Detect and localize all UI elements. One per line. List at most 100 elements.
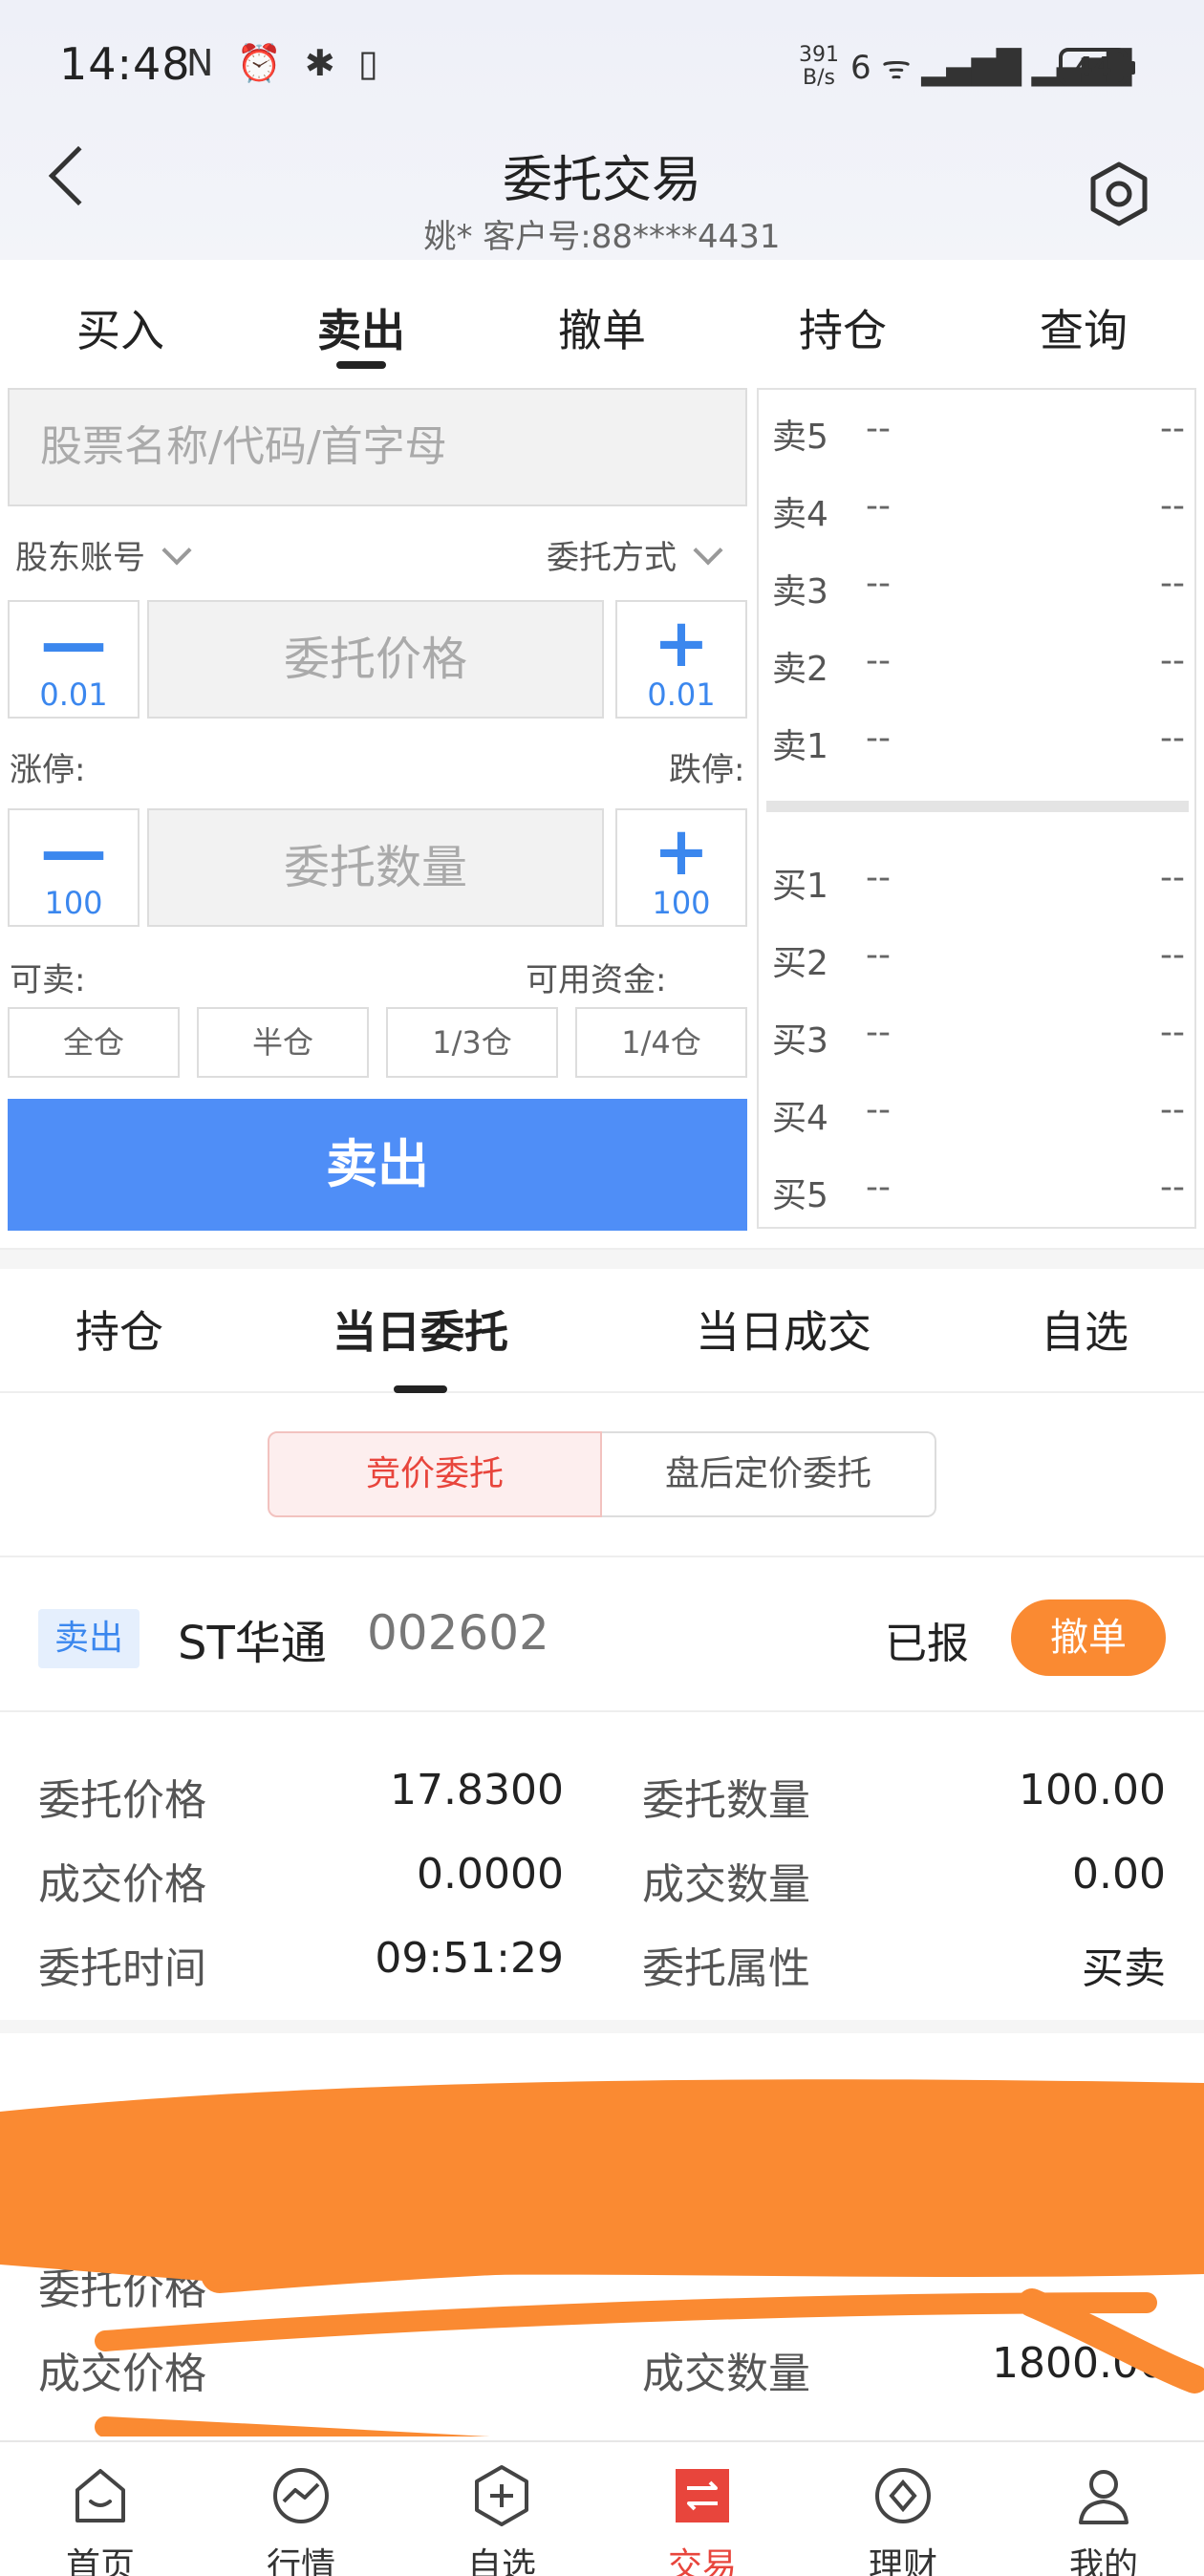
nav-label: 我的 — [1068, 2546, 1138, 2576]
bid-label: 买3 — [772, 1021, 828, 1061]
bid-volume: -- — [1160, 1168, 1185, 1207]
trade-icon — [676, 2469, 729, 2522]
net-speed: 391 B/s — [799, 44, 839, 90]
cancel-order-button[interactable]: 撤单 — [1011, 1599, 1166, 1676]
order-card-header: 卖出 ST华通 002602 已报 撤单 — [0, 1559, 1204, 1712]
order-field-label: 成交价格 — [38, 1860, 206, 1909]
segment-auction-orders[interactable]: 竞价委托 — [268, 1431, 602, 1517]
bid-row[interactable]: 买2 -- -- — [772, 930, 1185, 987]
order-field-label: 委托数量 — [642, 1776, 810, 1825]
sell-button[interactable]: 卖出 — [8, 1099, 747, 1231]
price-step-label: 0.01 — [39, 676, 108, 713]
price-plus-button[interactable]: + 0.01 — [615, 600, 747, 719]
subtab-positions[interactable]: 持仓 — [0, 1271, 239, 1391]
order-field-label: 委托时间 — [38, 1944, 206, 1993]
minus-icon: — — [40, 812, 107, 891]
status-badge: 已报 — [885, 1620, 969, 1668]
ask-row[interactable]: 卖5 -- -- — [772, 403, 1185, 461]
limit-up-label: 涨停: — [10, 751, 86, 789]
ratio-full-button[interactable]: 全仓 — [8, 1007, 180, 1078]
bid-price: -- — [866, 1013, 891, 1052]
qty-minus-button[interactable]: — 100 — [8, 808, 140, 927]
ask-label: 卖1 — [772, 727, 828, 766]
order-list-tabs: 持仓 当日委托 当日成交 自选 — [0, 1271, 1204, 1393]
subtab-watchlist[interactable]: 自选 — [965, 1271, 1204, 1391]
ask-label: 卖5 — [772, 418, 828, 457]
ratio-third-button[interactable]: 1/3仓 — [386, 1007, 558, 1078]
tab-sell[interactable]: 卖出 — [241, 260, 482, 375]
bid-label: 买2 — [772, 944, 828, 983]
nav-market[interactable]: 行情 — [201, 2442, 401, 2576]
nav-home[interactable]: 首页 — [0, 2442, 201, 2576]
bid-price: -- — [866, 858, 891, 897]
order-field-label: 委托价格 — [38, 1776, 206, 1825]
bid-volume: -- — [1160, 858, 1185, 897]
bid-price: -- — [866, 1168, 891, 1207]
tab-query[interactable]: 查询 — [963, 260, 1204, 375]
ratio-quarter-button[interactable]: 1/4仓 — [575, 1007, 747, 1078]
header-area: 14:48 N ⏰ ✱ ▯ 391 B/s 6 ᯤ ▂▄▆█ ▂▄▆█ 44 委… — [0, 0, 1204, 260]
tab-cancel[interactable]: 撤单 — [482, 260, 722, 375]
ask-price: -- — [866, 719, 891, 758]
profile-icon — [1079, 2470, 1129, 2524]
nav-label: 理财 — [868, 2546, 937, 2576]
stock-code: 002602 — [367, 1605, 549, 1661]
ask-price: -- — [866, 641, 891, 680]
bid-row[interactable]: 买4 -- -- — [772, 1084, 1185, 1142]
nav-watchlist[interactable]: 自选 — [401, 2442, 602, 2576]
segment-after-hours-orders[interactable]: 盘后定价委托 — [602, 1431, 936, 1517]
order-field-value: 17.8300 — [390, 1766, 564, 1814]
account-select[interactable]: 股东账号 — [15, 531, 192, 578]
trade-tabs: 买入 卖出 撤单 持仓 查询 — [0, 260, 1204, 375]
nav-label: 交易 — [667, 2546, 737, 2576]
home-icon — [75, 2469, 125, 2522]
order-field-value: 09:51:29 — [375, 1934, 564, 1983]
bid-row[interactable]: 买3 -- -- — [772, 1007, 1185, 1064]
limit-down-label: 跌停: — [669, 751, 745, 789]
ask-price: -- — [866, 564, 891, 603]
tab-buy[interactable]: 买入 — [0, 260, 241, 375]
chart-icon — [273, 2468, 329, 2523]
ask-row[interactable]: 卖4 -- -- — [772, 481, 1185, 538]
order-field-value: 0.0000 — [417, 1850, 564, 1899]
ask-label: 卖2 — [772, 650, 828, 689]
settings-icon[interactable] — [1086, 161, 1152, 227]
bottom-nav: 首页 行情 自选 交易 理财 我的 — [0, 2440, 1204, 2576]
order-type-select[interactable]: 委托方式 — [547, 531, 723, 578]
tab-positions[interactable]: 持仓 — [722, 260, 963, 375]
price-input[interactable]: 委托价格 — [147, 600, 604, 719]
battery-icon: 44 — [1059, 48, 1135, 86]
ask-row[interactable]: 卖2 -- -- — [772, 635, 1185, 693]
chevron-down-icon — [161, 535, 192, 566]
nav-label: 自选 — [466, 2546, 536, 2576]
bid-label: 买1 — [772, 867, 828, 906]
ask-row[interactable]: 卖1 -- -- — [772, 713, 1185, 770]
ask-volume: -- — [1160, 564, 1185, 603]
page-title: 委托交易 — [502, 152, 701, 209]
order-book: 卖5 -- -- 卖4 -- -- 卖3 -- -- 卖2 -- -- 卖1 -… — [757, 388, 1196, 1229]
qty-step-label: 100 — [44, 885, 103, 921]
order-field-value: 买卖 — [1082, 1944, 1166, 1993]
order-field-label: 委托属性 — [642, 1944, 810, 1993]
bid-row[interactable]: 买5 -- -- — [772, 1162, 1185, 1219]
nav-profile[interactable]: 我的 — [1003, 2442, 1204, 2576]
nav-label: 首页 — [65, 2546, 135, 2576]
subtab-today-trades[interactable]: 当日成交 — [602, 1271, 965, 1391]
bid-volume: -- — [1160, 1013, 1185, 1052]
watchlist-icon — [475, 2465, 528, 2526]
ask-label: 卖4 — [772, 495, 828, 534]
net-speed-value: 391 — [799, 43, 839, 67]
nav-finance[interactable]: 理财 — [803, 2442, 1003, 2576]
ask-row[interactable]: 卖3 -- -- — [772, 558, 1185, 615]
price-minus-button[interactable]: — 0.01 — [8, 600, 140, 719]
stock-search-input[interactable]: 股票名称/代码/首字母 — [8, 388, 747, 506]
order-field-label: 成交数量 — [642, 1860, 810, 1909]
ask-price: -- — [866, 486, 891, 526]
qty-plus-button[interactable]: + 100 — [615, 808, 747, 927]
finance-icon — [875, 2468, 931, 2523]
quantity-input[interactable]: 委托数量 — [147, 808, 604, 927]
ratio-half-button[interactable]: 半仓 — [197, 1007, 369, 1078]
nav-trade[interactable]: 交易 — [602, 2442, 803, 2576]
bid-row[interactable]: 买1 -- -- — [772, 852, 1185, 910]
subtab-today-orders[interactable]: 当日委托 — [239, 1271, 602, 1393]
